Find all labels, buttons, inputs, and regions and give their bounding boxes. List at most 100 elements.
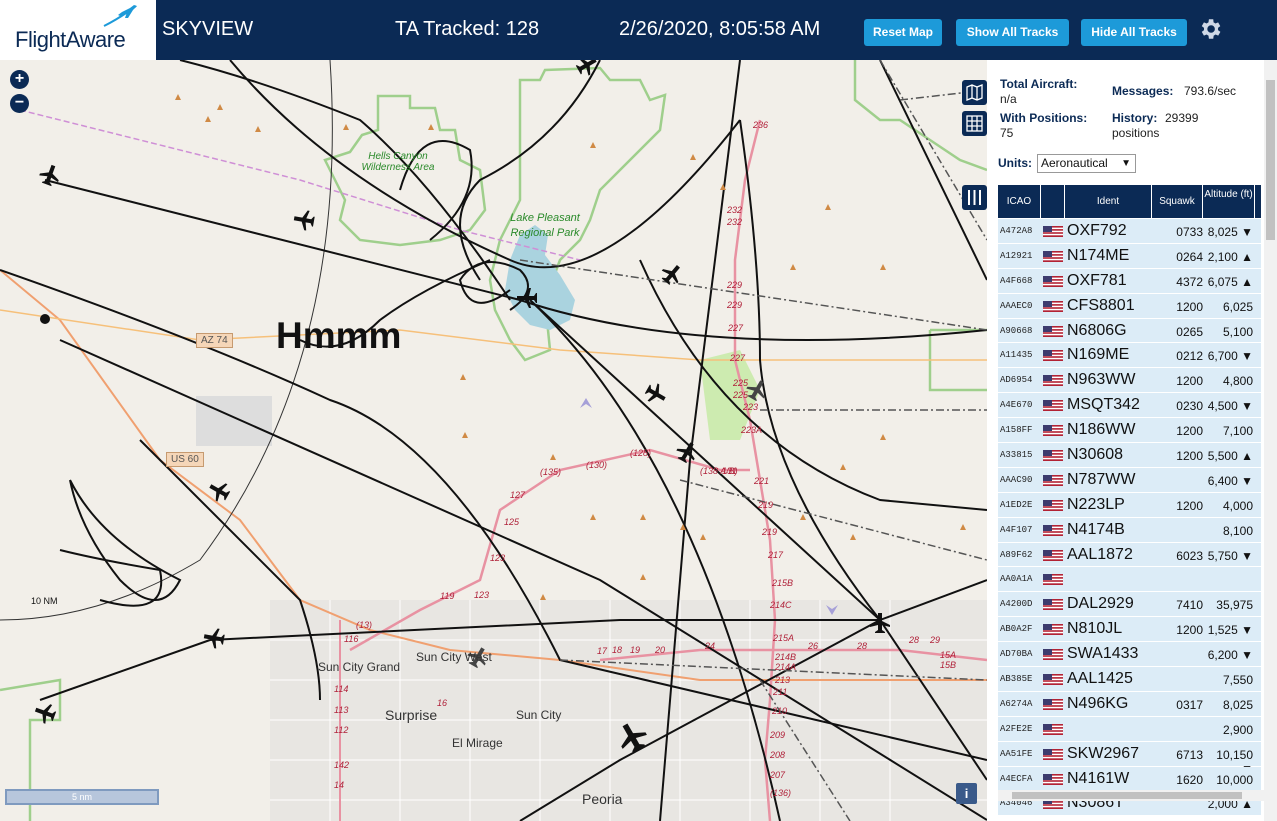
units-select[interactable]: Aeronautical ▼ xyxy=(1037,154,1136,173)
table-row[interactable]: AAAC90 N787WW 6,400 ▼ xyxy=(998,467,1261,493)
milepost-label: 215A xyxy=(773,633,795,643)
milepost-label: 26 xyxy=(808,641,819,651)
table-row[interactable]: A1ED2E N223LP 1200 4,000 xyxy=(998,492,1261,518)
hscrollbar-thumb[interactable] xyxy=(1012,792,1242,799)
history-unit: positions xyxy=(1112,126,1160,140)
table-row[interactable]: AA51FESKW2967671310,150 ▼ xyxy=(998,741,1261,776)
milepost-label: 208 xyxy=(770,750,786,760)
scrollbar-thumb[interactable] xyxy=(1266,80,1275,240)
grid-icon[interactable] xyxy=(962,111,987,136)
us-flag-icon xyxy=(1043,350,1063,362)
table-row[interactable]: AB0A2F N810JL 1200 1,525 ▼ xyxy=(998,617,1261,643)
squawk-cell: 1200 xyxy=(1176,424,1203,439)
boundary-line xyxy=(19,109,581,261)
icao-cell: A4F107 xyxy=(1000,524,1033,535)
ident-cell: SWA1433 xyxy=(1067,645,1139,663)
milepost-label: 18 xyxy=(612,645,623,655)
ident-cell: AAL1425 xyxy=(1067,670,1133,688)
milepost-label: (135) xyxy=(540,467,562,477)
milepost-label: 28 xyxy=(909,635,920,645)
table-row[interactable]: AB385E AAL1425 7,550 xyxy=(998,667,1261,692)
squawk-cell: 0317 xyxy=(1176,697,1203,712)
milepost-label: 217 xyxy=(768,550,784,560)
icao-cell: A158FF xyxy=(1000,425,1033,436)
col-flag[interactable] xyxy=(1041,185,1065,218)
milepost-label: 227 xyxy=(730,353,746,363)
hide-all-tracks-button[interactable]: Hide All Tracks xyxy=(1081,19,1187,46)
horizontal-scrollbar[interactable] xyxy=(998,790,1264,801)
milepost-label: 221 xyxy=(754,476,770,486)
milepost-label: 223 xyxy=(743,402,759,412)
table-row[interactable]: A4E670 MSQT342 0230 4,500 ▼ xyxy=(998,393,1261,419)
milepost-label: 214B xyxy=(775,652,797,662)
milepost-label: 225 xyxy=(733,390,749,400)
table-row[interactable]: A4F107 N4174B 8,100 xyxy=(998,517,1261,543)
zoom-in-button[interactable]: + xyxy=(10,70,29,89)
col-icao[interactable]: ICAO xyxy=(998,185,1041,218)
ident-cell: DAL2929 xyxy=(1067,595,1134,613)
table-row[interactable]: A2FE2E 2,900 xyxy=(998,716,1261,742)
ident-cell: N4161W xyxy=(1067,769,1130,787)
ident-cell: CFS8801 xyxy=(1067,296,1135,314)
table-row[interactable]: A12921 N174ME 0264 2,100 ▲ xyxy=(998,243,1261,269)
table-row[interactable]: A4F668 OXF781 4372 6,075 ▲ xyxy=(998,268,1261,294)
table-row[interactable]: AA0A1A xyxy=(998,567,1261,593)
messages-value: 793.6/sec xyxy=(1184,84,1237,98)
milepost-label: 112 xyxy=(334,725,349,735)
milepost-label: 114 xyxy=(334,684,349,694)
table-row[interactable]: AD6954 N963WW 1200 4,800 xyxy=(998,368,1261,394)
columns-icon[interactable] xyxy=(962,185,987,210)
vertical-scrollbar[interactable] xyxy=(1264,60,1277,821)
map-canvas[interactable] xyxy=(0,60,987,821)
altitude-cell: 6,200 ▼ xyxy=(1207,648,1253,663)
milepost-label: 214A xyxy=(775,662,797,672)
map-view[interactable]: + − Hells Canyon Wilderness Area Lake Pl… xyxy=(0,60,987,821)
table-row[interactable]: AAAEC0 CFS8801 1200 6,025 xyxy=(998,293,1261,319)
milepost-label: (13) xyxy=(356,620,373,630)
milepost-label: 127 xyxy=(510,490,526,500)
icao-cell: AAAEC0 xyxy=(1000,300,1033,311)
us-flag-icon xyxy=(1043,524,1063,536)
table-row[interactable]: A6274A N496KG 0317 8,025 xyxy=(998,691,1261,717)
place-surprise: Surprise xyxy=(385,707,438,723)
table-row[interactable]: A89F62 AAL1872 6023 5,750 ▼ xyxy=(998,542,1261,568)
altitude-cell: 2,900 xyxy=(1222,722,1253,737)
icao-cell: A6274A xyxy=(1000,698,1033,709)
table-row[interactable]: A4200D DAL2929 7410 35,975 xyxy=(998,592,1261,618)
table-row[interactable]: A33815 N30608 1200 5,500 ▲ xyxy=(998,443,1261,468)
milepost-label: 19 xyxy=(630,645,641,655)
us-flag-icon xyxy=(1043,624,1063,636)
table-row[interactable]: A90668 N6806G 0265 5,100 xyxy=(998,318,1261,344)
reset-map-button[interactable]: Reset Map xyxy=(864,19,942,46)
icao-cell: A4E670 xyxy=(1000,400,1033,411)
squawk-cell: 0264 xyxy=(1176,249,1203,264)
table-row[interactable]: A4ECFAN4161W162010,000 ▲ xyxy=(998,766,1261,801)
us-flag-icon xyxy=(1043,450,1063,462)
table-row[interactable]: AD70BA SWA1433 6,200 ▼ xyxy=(998,642,1261,668)
table-row[interactable]: A11435 N169ME 0212 6,700 ▼ xyxy=(998,343,1261,369)
gear-icon[interactable] xyxy=(1197,16,1223,42)
col-altitude[interactable]: Altitude (ft) xyxy=(1203,185,1255,218)
table-row[interactable]: A472A8 OXF792 0733 8,025 ▼ xyxy=(998,219,1261,244)
info-button[interactable]: i xyxy=(956,783,977,804)
zoom-out-button[interactable]: − xyxy=(10,94,29,113)
milepost-label: 28 xyxy=(857,641,868,651)
us-flag-icon xyxy=(1043,773,1063,785)
col-ident[interactable]: Ident xyxy=(1065,185,1152,218)
col-squawk[interactable]: Squawk xyxy=(1152,185,1203,218)
flightaware-logo[interactable]: FlightAware xyxy=(0,0,156,60)
ident-cell: N186WW xyxy=(1067,421,1136,439)
squawk-cell: 6023 xyxy=(1176,548,1203,563)
map-layers-icon[interactable] xyxy=(962,80,987,105)
icao-cell: AD6954 xyxy=(1000,375,1033,386)
milepost-label: 232 xyxy=(727,217,743,227)
table-row[interactable]: A158FF N186WW 1200 7,100 xyxy=(998,418,1261,444)
ident-cell: MSQT342 xyxy=(1067,396,1140,414)
tracked-count: TA Tracked: 128 xyxy=(395,18,540,40)
aircraft-icon xyxy=(203,628,225,649)
ident-cell: N496KG xyxy=(1067,694,1129,712)
show-all-tracks-button[interactable]: Show All Tracks xyxy=(956,19,1069,46)
squawk-cell: 0265 xyxy=(1176,324,1203,339)
milepost-label: 113 xyxy=(334,705,349,715)
squawk-cell: 0212 xyxy=(1176,349,1203,364)
